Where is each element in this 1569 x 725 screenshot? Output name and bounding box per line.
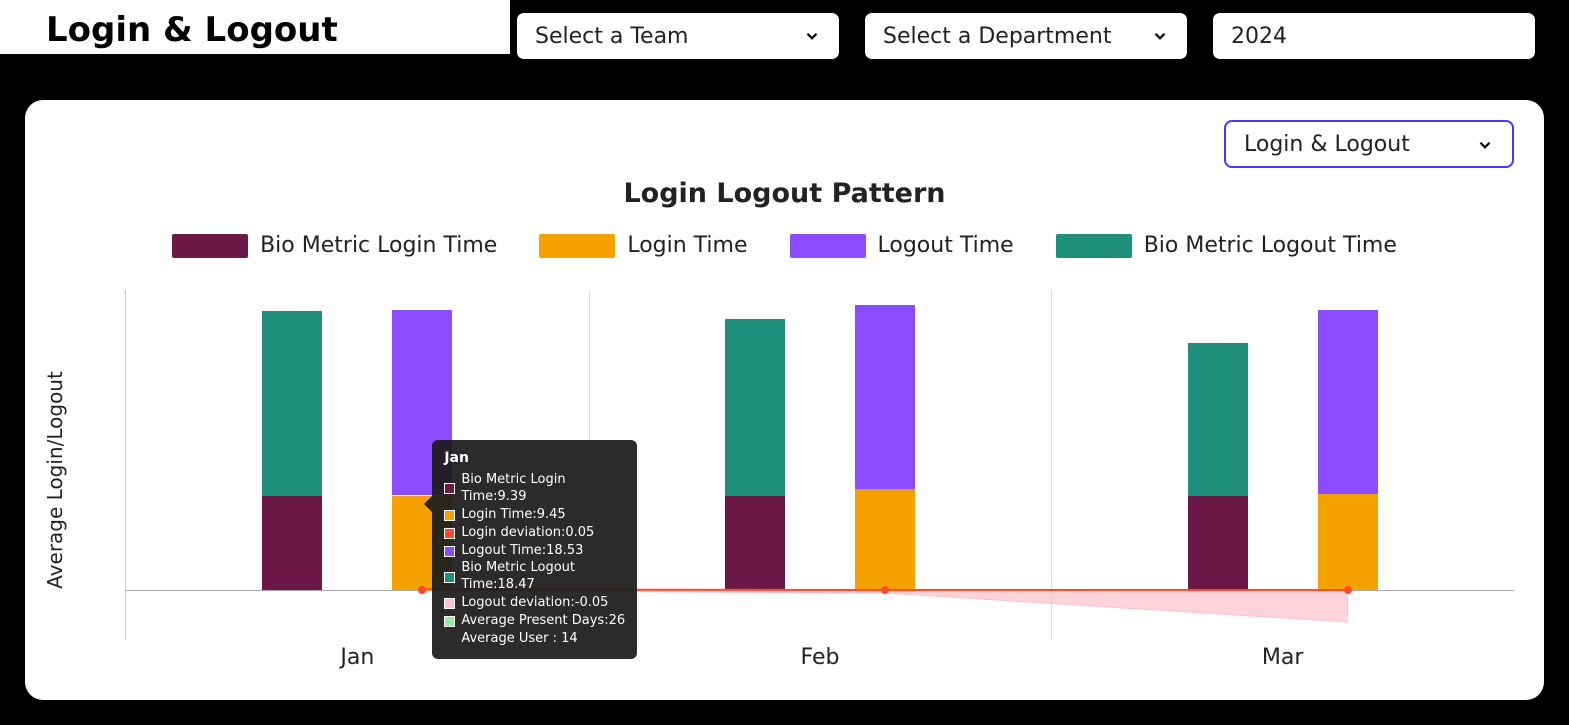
metric-select-label: Login & Logout [1244,132,1410,157]
page-title: Login & Logout [46,10,338,50]
line-marker [418,586,426,594]
tooltip-swatch [444,616,455,627]
page-title-container: Login & Logout [0,0,510,54]
legend-swatch [1056,234,1132,258]
tooltip-swatch [444,572,455,583]
y-tick: 25 [0,331,116,349]
y-tick: 20 [0,381,116,399]
legend-swatch [790,234,866,258]
y-axis-label: Average Login/Logout [43,371,67,589]
legend-item-logout[interactable]: Logout Time [790,233,1014,258]
tooltip-swatch [444,483,455,494]
plot-region[interactable]: -5051015202530JanFebMarJanBio Metric Log… [125,290,1514,640]
chevron-down-icon [1151,27,1169,45]
y-tick: 15 [0,431,116,449]
chart-tooltip: Jan Bio Metric Login Time:9.39Login Time:… [432,440,637,659]
legend-swatch [539,234,615,258]
legend-item-bio-login[interactable]: Bio Metric Login Time [172,233,497,258]
chart-area: Average Login/Logout -5051015202530JanFe… [83,290,1514,670]
tooltip-title: Jan [444,450,625,466]
chart-legend: Bio Metric Login Time Login Time Logout … [43,233,1526,258]
chevron-down-icon [803,27,821,45]
y-tick: -5 [0,631,116,649]
tooltip-row: Average Present Days:26 [444,613,625,630]
tooltip-row: Bio Metric Login Time:9.39 [444,472,625,506]
year-input[interactable]: 2024 [1212,12,1536,60]
tooltip-label: Logout Time:18.53 [461,543,583,560]
tooltip-label: Logout deviation:-0.05 [461,595,608,612]
year-input-value: 2024 [1231,24,1287,49]
tooltip-row: Logout Time:18.53 [444,543,625,560]
y-tick: 30 [0,281,116,299]
filter-bar: Select a Team Select a Department 2024 [516,12,1536,60]
tooltip-footer: Average User : 14 [444,631,625,648]
legend-item-login[interactable]: Login Time [539,233,747,258]
x-tick-label: Feb [801,645,840,670]
chevron-down-icon [1476,135,1494,153]
x-tick-label: Mar [1262,645,1304,670]
tooltip-row: Login deviation:0.05 [444,525,625,542]
tooltip-label: Average Present Days:26 [461,613,625,630]
department-select[interactable]: Select a Department [864,12,1188,60]
legend-label: Login Time [627,233,747,258]
y-tick: 10 [0,481,116,499]
legend-swatch [172,234,248,258]
tooltip-label: Login deviation:0.05 [461,525,594,542]
tooltip-row: Logout deviation:-0.05 [444,595,625,612]
line-marker [881,586,889,594]
legend-label: Logout Time [878,233,1014,258]
tooltip-label: Bio Metric Logout Time:18.47 [461,560,625,594]
team-select-label: Select a Team [535,24,688,49]
tooltip-row: Bio Metric Logout Time:18.47 [444,560,625,594]
chart-title: Login Logout Pattern [43,178,1526,209]
tooltip-swatch [444,528,455,539]
tooltip-label: Bio Metric Login Time:9.39 [461,472,625,506]
legend-label: Bio Metric Logout Time [1144,233,1397,258]
tooltip-row: Login Time:9.45 [444,507,625,524]
department-select-label: Select a Department [883,24,1111,49]
legend-item-bio-logout[interactable]: Bio Metric Logout Time [1056,233,1397,258]
tooltip-swatch [444,598,455,609]
x-tick-label: Jan [340,645,374,670]
y-tick: 0 [0,581,116,599]
tooltip-label: Login Time:9.45 [461,507,565,524]
legend-label: Bio Metric Login Time [260,233,497,258]
team-select[interactable]: Select a Team [516,12,840,60]
top-bar: Login & Logout Select a Team Select a De… [0,0,1569,80]
tooltip-swatch [444,546,455,557]
y-tick: 5 [0,531,116,549]
line-marker [1344,586,1352,594]
tooltip-swatch [444,510,455,521]
metric-select[interactable]: Login & Logout [1224,120,1514,168]
overlay-svg [126,290,1514,640]
chart-card: Login & Logout Login Logout Pattern Bio … [25,100,1544,700]
